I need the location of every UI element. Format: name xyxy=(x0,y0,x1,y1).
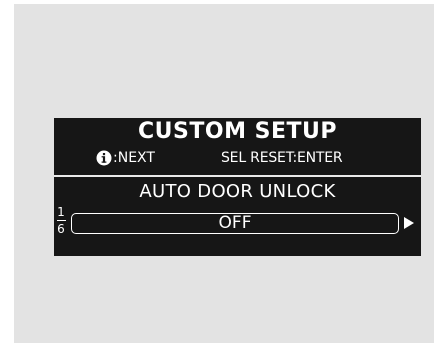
background-panel: CUSTOM SETUP :NEXT SEL RESET:ENTER AUTO … xyxy=(14,4,434,343)
next-hint: :NEXT xyxy=(96,149,155,167)
display-screen: CUSTOM SETUP :NEXT SEL RESET:ENTER AUTO … xyxy=(54,118,421,256)
setting-value: OFF xyxy=(218,213,252,233)
right-arrow-icon[interactable] xyxy=(404,217,414,229)
page-title: CUSTOM SETUP xyxy=(138,119,337,144)
next-hint-label: :NEXT xyxy=(113,150,155,166)
info-icon xyxy=(96,150,112,166)
page-current: 1 xyxy=(57,205,65,219)
page-total: 6 xyxy=(57,222,65,236)
reset-hint: SEL RESET:ENTER xyxy=(221,150,343,166)
header: CUSTOM SETUP :NEXT SEL RESET:ENTER xyxy=(54,118,421,173)
divider xyxy=(54,175,421,177)
page-indicator: 1 6 xyxy=(56,206,66,240)
setting-value-selector[interactable]: OFF xyxy=(71,213,399,234)
setting-name: AUTO DOOR UNLOCK xyxy=(139,181,336,202)
fraction-bar xyxy=(56,220,66,221)
